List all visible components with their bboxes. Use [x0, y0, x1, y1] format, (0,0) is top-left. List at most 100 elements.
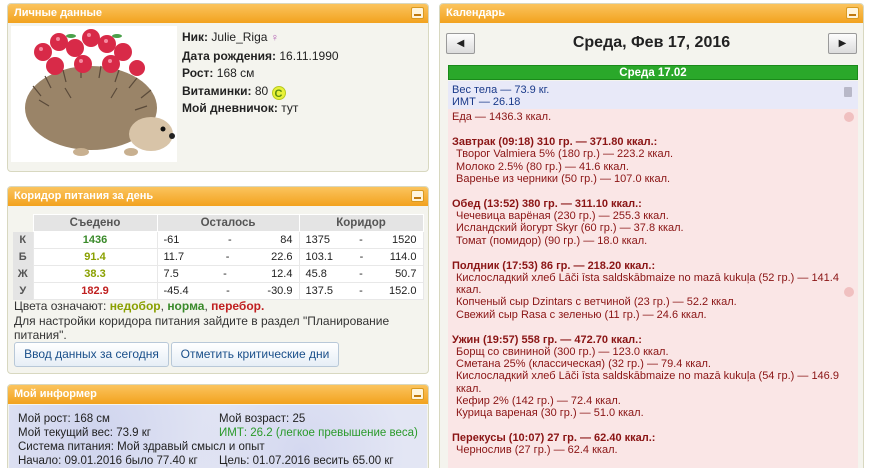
range-dash: -	[359, 268, 363, 280]
nick-value[interactable]: Julie_Riga	[211, 30, 267, 44]
left-max: 84	[280, 234, 293, 246]
meal-item: Исландский йогурт Skyr (60 гр.) — 37.8 к…	[456, 222, 684, 235]
calendar-panel: Календарь ◀ Среда, Фев 17, 2016 ▶ Среда …	[439, 3, 864, 468]
range-dash: -	[359, 234, 363, 246]
meal-item: Молоко 2.5% (80 гр.) — 41.6 ккал.	[456, 160, 629, 173]
personal-panel-header: Личные данные	[8, 4, 428, 23]
enter-today-button[interactable]: Ввод данных за сегодня	[14, 342, 169, 367]
left-max: 12.4	[271, 268, 293, 280]
meal-header: Завтрак (09:18) 310 гр. — 371.80 ккал.:	[452, 136, 658, 149]
meal-item: Кислосладкий хлеб Lāči īsta saldskābmaiz…	[456, 272, 839, 297]
row-label: Б	[13, 248, 33, 266]
left-min: -61	[163, 234, 180, 246]
corridor-header-row: Съедено Осталось Коридор	[13, 214, 424, 232]
food-total: Еда — 1436.3 ккал.	[452, 111, 552, 123]
personal-data-panel: Личные данные Ник: Julie_Riga ♀ Дата рож…	[7, 3, 429, 172]
meal-item: Сметана 25% (классическая) (32 гр.) — 79…	[456, 358, 711, 371]
personal-info: Ник: Julie_Riga ♀ Дата рождения: 16.11.1…	[182, 29, 339, 118]
table-row: К 1436 -61 - 84 1375 - 1520	[13, 231, 424, 249]
diary-label: Мой дневничок:	[182, 101, 278, 115]
range-dash: -	[359, 251, 364, 263]
minimize-icon[interactable]	[411, 388, 424, 400]
next-day-button[interactable]: ▶	[828, 33, 857, 54]
calendar-panel-header: Календарь	[440, 4, 863, 23]
corr-min: 103.1	[305, 251, 334, 263]
calendar-date-title: Среда, Фев 17, 2016	[572, 34, 731, 51]
corr-max: 50.7	[395, 268, 417, 280]
table-row: Б 91.4 11.7 - 22.6 103.1 - 114.0	[13, 248, 424, 266]
meal-item: Чечевица варёная (230 гр.) — 255.3 ккал.	[456, 210, 669, 223]
range-dash: -	[226, 285, 230, 297]
corr-max: 152.0	[388, 285, 417, 297]
bmi-line: ИМТ — 26.18	[452, 96, 521, 108]
corridor-table: Съедено Осталось Коридор К 1436 -61 - 84 1…	[13, 214, 424, 300]
weight-entry[interactable]: Вес тела — 73.9 кг. ИМТ — 26.18	[448, 81, 858, 109]
informer-panel: Мой информер Мой рост: 168 см Мой текущи…	[7, 384, 429, 468]
meal-header: Обед (13:52) 380 гр. — 311.10 ккал.:	[452, 198, 642, 211]
chevron-left-icon: ◀	[456, 38, 465, 49]
thumb-icon[interactable]	[844, 287, 854, 297]
food-entry[interactable]: Еда — 1436.3 ккал. Завтрак (09:18) 310 г…	[448, 109, 858, 468]
left-max: -30.9	[267, 285, 293, 297]
col-left: Осталось	[156, 214, 300, 232]
left-max: 22.6	[271, 251, 293, 263]
corridor-panel-header: Коридор питания за день	[8, 187, 428, 206]
informer-goal: Цель: 01.07.2016 весить 65.00 кг	[219, 455, 394, 467]
avatar[interactable]	[11, 26, 177, 162]
birth-label: Дата рождения:	[182, 48, 277, 63]
eaten-value: 182.9	[32, 282, 158, 300]
informer-panel-title: Мой информер	[14, 388, 97, 400]
legend-prefix: Цвета означают:	[14, 299, 107, 313]
day-bar: Среда 17.02	[448, 65, 858, 80]
meal-item: Чернослив (27 гр.) — 62.4 ккал.	[456, 444, 618, 457]
height-label: Рост:	[182, 66, 214, 80]
meal-item: Варенье из черники (50 гр.) — 107.0 ккал…	[456, 172, 671, 185]
vitamins-value: 80	[254, 83, 269, 98]
table-row: Ж 38.3 7.5 - 12.4 45.8 - 50.7	[13, 265, 424, 283]
meal-item: Копченый сыр Dzintars с ветчиной (23 гр.…	[456, 296, 737, 309]
minimize-icon[interactable]	[411, 7, 424, 19]
row-label: К	[13, 231, 33, 249]
eaten-value: 91.4	[32, 248, 158, 266]
calendar-panel-title: Календарь	[446, 7, 506, 19]
thumb-icon[interactable]	[844, 112, 854, 122]
meal-header: Перекусы (10:07) 27 гр. — 62.40 ккал.:	[452, 432, 656, 445]
left-min: 11.7	[163, 251, 185, 263]
range-dash: -	[227, 234, 232, 246]
personal-panel-title: Личные данные	[14, 7, 102, 19]
informer-body[interactable]: Мой рост: 168 см Мой текущий вес: 73.9 к…	[9, 405, 427, 468]
mark-critical-days-button[interactable]: Отметить критические дни	[171, 342, 339, 367]
legend-under: недобор	[109, 299, 161, 313]
color-legend: Цвета означают: недобор, норма, перебор.	[14, 299, 265, 313]
weight-line: Вес тела — 73.9 кг.	[452, 84, 550, 96]
corr-min: 137.5	[305, 285, 334, 297]
diary-link[interactable]: тут	[281, 101, 298, 115]
meal-item: Томат (помидор) (90 гр.) — 18.0 ккал.	[456, 234, 648, 247]
vitamins-label: Витаминки:	[182, 83, 252, 98]
left-min: -45.4	[163, 285, 189, 297]
prev-day-button[interactable]: ◀	[446, 33, 475, 54]
corr-min: 1375	[305, 234, 330, 246]
meal-item: Творог Valmiera 5% (180 гр.) — 223.2 кка…	[456, 148, 674, 161]
vitamin-c-icon[interactable]: C	[271, 85, 286, 100]
minimize-icon[interactable]	[411, 190, 424, 202]
minimize-icon[interactable]	[846, 7, 859, 19]
nick-label: Ник:	[182, 30, 209, 44]
range-dash: -	[223, 268, 227, 280]
corr-max: 114.0	[389, 251, 417, 263]
col-eaten: Съедено	[32, 214, 158, 232]
row-label: Ж	[13, 265, 33, 283]
col-corridor: Коридор	[298, 214, 424, 232]
legend-over: перебор.	[211, 299, 265, 313]
trash-icon[interactable]	[844, 87, 852, 97]
range-dash: -	[225, 251, 230, 263]
chevron-right-icon: ▶	[838, 38, 847, 49]
informer-bmi: ИМТ: 26.2 (легкое превышение веса)	[219, 427, 418, 439]
meal-item: Кислосладкий хлеб Lāči īsta saldskābmaiz…	[456, 370, 839, 395]
corr-max: 1520	[392, 234, 417, 246]
meal-item: Борщ со свининой (300 гр.) — 123.0 ккал.	[456, 346, 669, 359]
corr-min: 45.8	[305, 268, 327, 280]
height-value: 168 см	[216, 66, 255, 80]
left-min: 7.5	[163, 268, 179, 280]
eaten-value: 1436	[32, 231, 158, 249]
